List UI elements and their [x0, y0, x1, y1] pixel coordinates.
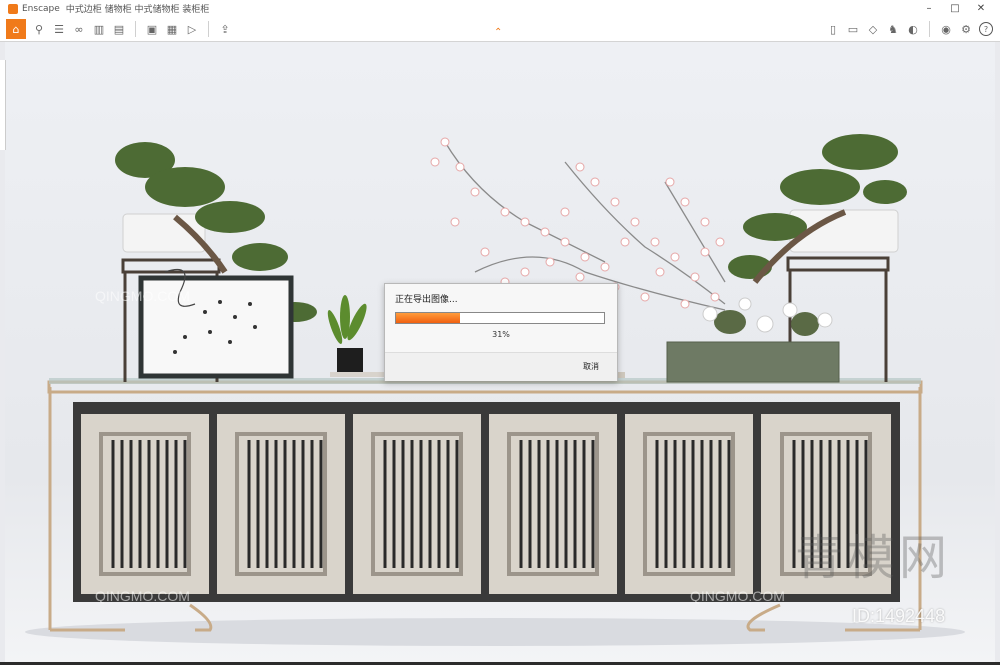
- blossom-flower: [580, 252, 590, 262]
- pin-icon[interactable]: ⚲: [32, 22, 46, 36]
- cube-icon[interactable]: ◇: [866, 22, 880, 36]
- planter-orchids: [702, 297, 833, 336]
- title-bar: Enscape 中式边柜 储物柜 中式储物柜 装柜柜 – □ ✕: [0, 0, 1000, 17]
- blossom-flower: [655, 267, 665, 277]
- blossom-flower: [700, 247, 710, 257]
- blossom-flower: [680, 299, 690, 309]
- side-panel-edge: [0, 60, 6, 150]
- window-controls: – □ ✕: [916, 0, 994, 17]
- blossom-flower: [575, 162, 585, 172]
- blossom-flower: [620, 237, 630, 247]
- export-progress-dialog: 正在导出图像... 31% 取消: [384, 283, 618, 381]
- screenshot-icon[interactable]: ▣: [145, 22, 159, 36]
- book-icon[interactable]: ▯: [826, 22, 840, 36]
- graph-icon[interactable]: ▤: [112, 22, 126, 36]
- blossom-flower: [640, 292, 650, 302]
- panorama-icon[interactable]: ▦: [165, 22, 179, 36]
- progress-percent: 31%: [492, 330, 510, 339]
- visual-settings-icon[interactable]: ◐: [906, 22, 920, 36]
- home-icon[interactable]: ⌂: [6, 19, 26, 39]
- video-icon[interactable]: ▷: [185, 22, 199, 36]
- toolbar-divider: [208, 21, 209, 37]
- blossom-flower: [700, 217, 710, 227]
- binoculars-icon[interactable]: ∞: [72, 22, 86, 36]
- enscape-logo-icon: [8, 3, 18, 14]
- blossom-flower: [455, 162, 465, 172]
- blossom-flower: [670, 252, 680, 262]
- blossom-flower: [575, 272, 585, 282]
- right-toolbar: ▯ ▭ ◇ ♞ ◐ ◉ ⚙ ?: [823, 17, 996, 41]
- watermark-site-1: QINGMO.COM: [95, 288, 190, 304]
- monitor-icon[interactable]: ▭: [846, 22, 860, 36]
- asset-icon[interactable]: ♞: [886, 22, 900, 36]
- close-button[interactable]: ✕: [968, 3, 994, 14]
- tray: [330, 372, 390, 377]
- blossom-flower: [430, 157, 440, 167]
- buildings-icon[interactable]: ▥: [92, 22, 106, 36]
- progress-fill: [396, 313, 461, 323]
- blossom-flower: [440, 137, 450, 147]
- blossom-flower: [600, 262, 610, 272]
- blossom-flower: [480, 247, 490, 257]
- blossom-flower: [680, 197, 690, 207]
- blossom-flower: [630, 217, 640, 227]
- collapse-arrow-icon[interactable]: ⌃: [494, 27, 502, 38]
- layers-icon[interactable]: ☰: [52, 22, 66, 36]
- toolbar-divider: [929, 21, 930, 37]
- dialog-button-bar: 取消: [385, 352, 617, 381]
- minimize-button[interactable]: –: [916, 3, 942, 14]
- maximize-button[interactable]: □: [942, 3, 968, 14]
- help-icon[interactable]: ?: [979, 22, 993, 36]
- blossom-flower: [520, 267, 530, 277]
- progress-bar: [395, 312, 605, 324]
- blossom-flower: [470, 187, 480, 197]
- small-plant: [327, 295, 367, 344]
- app-name: Enscape: [22, 3, 60, 14]
- blossom-flower: [500, 207, 510, 217]
- floor-shadow: [25, 618, 965, 646]
- watermark-site-2: QINGMO.COM: [95, 588, 190, 604]
- blossom-flower: [520, 217, 530, 227]
- blossom-flower: [545, 257, 555, 267]
- blossom-flower: [540, 227, 550, 237]
- export-icon[interactable]: ⇪: [218, 22, 232, 36]
- document-title: 中式边柜 储物柜 中式储物柜 装柜柜: [65, 5, 210, 15]
- small-plant-pot: [337, 348, 363, 374]
- toolbar-divider: [135, 21, 136, 37]
- blossom-flower: [450, 217, 460, 227]
- green-planter-box: [666, 341, 840, 383]
- watermark-site-3: QINGMO.COM: [690, 588, 785, 604]
- dialog-title: 正在导出图像...: [395, 295, 458, 305]
- blossom-flower: [560, 207, 570, 217]
- blossom-flower: [650, 237, 660, 247]
- blossom-flower: [560, 237, 570, 247]
- blossom-flower: [690, 272, 700, 282]
- cancel-button[interactable]: 取消: [583, 361, 599, 372]
- eye-icon[interactable]: ◉: [939, 22, 953, 36]
- gear-icon[interactable]: ⚙: [959, 22, 973, 36]
- watermark-id: ID:1492448: [852, 606, 946, 626]
- blossom-flower: [710, 292, 720, 302]
- enscape-window: Enscape 中式边柜 储物柜 中式储物柜 装柜柜 – □ ✕ ⌂ ⚲ ☰ ∞…: [0, 0, 1000, 662]
- blossom-flower: [715, 237, 725, 247]
- watermark-brand: 青模网: [795, 530, 952, 586]
- blossom-flower: [665, 177, 675, 187]
- blossom-flower: [590, 177, 600, 187]
- blossom-flower: [610, 197, 620, 207]
